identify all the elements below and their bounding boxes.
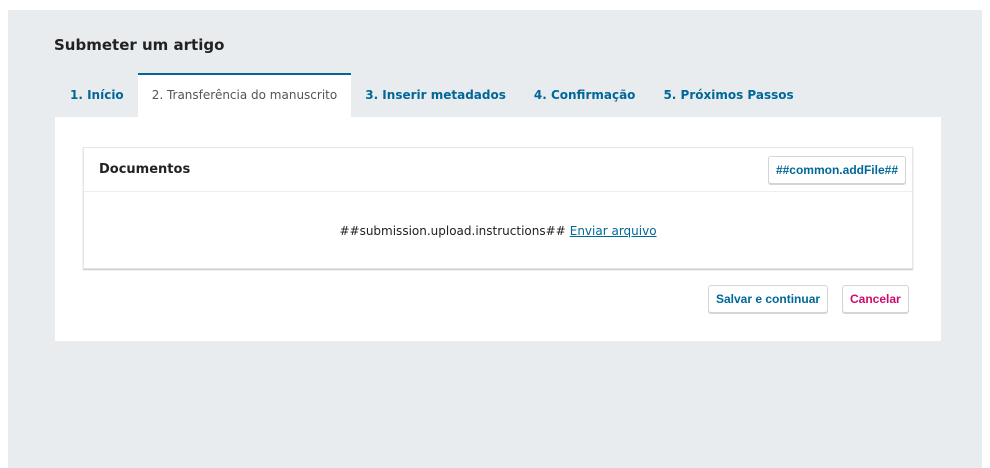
cancel-button[interactable]: Cancelar — [842, 285, 909, 313]
tab-confirmation[interactable]: 4. Confirmação — [520, 73, 650, 117]
step-tabs: 1. Início 2. Transferência do manuscrito… — [56, 73, 808, 117]
documents-header: Documentos ##common.addFile## — [84, 148, 912, 192]
tab-panel: Documentos ##common.addFile## ##submissi… — [55, 117, 941, 341]
tab-start[interactable]: 1. Início — [56, 73, 138, 117]
tab-metadata[interactable]: 3. Inserir metadados — [351, 73, 520, 117]
tab-upload-manuscript[interactable]: 2. Transferência do manuscrito — [137, 73, 352, 117]
upload-dropzone: ##submission.upload.instructions## Envia… — [84, 193, 912, 268]
upload-instructions: ##submission.upload.instructions## — [339, 223, 566, 238]
page-title: Submeter um artigo — [54, 36, 225, 54]
upload-file-link[interactable]: Enviar arquivo — [570, 224, 657, 238]
tab-next-steps[interactable]: 5. Próximos Passos — [649, 73, 807, 117]
documents-card: Documentos ##common.addFile## ##submissi… — [83, 147, 913, 269]
add-file-button[interactable]: ##common.addFile## — [767, 156, 906, 184]
save-continue-button[interactable]: Salvar e continuar — [708, 285, 829, 313]
documents-title: Documentos — [99, 162, 191, 177]
